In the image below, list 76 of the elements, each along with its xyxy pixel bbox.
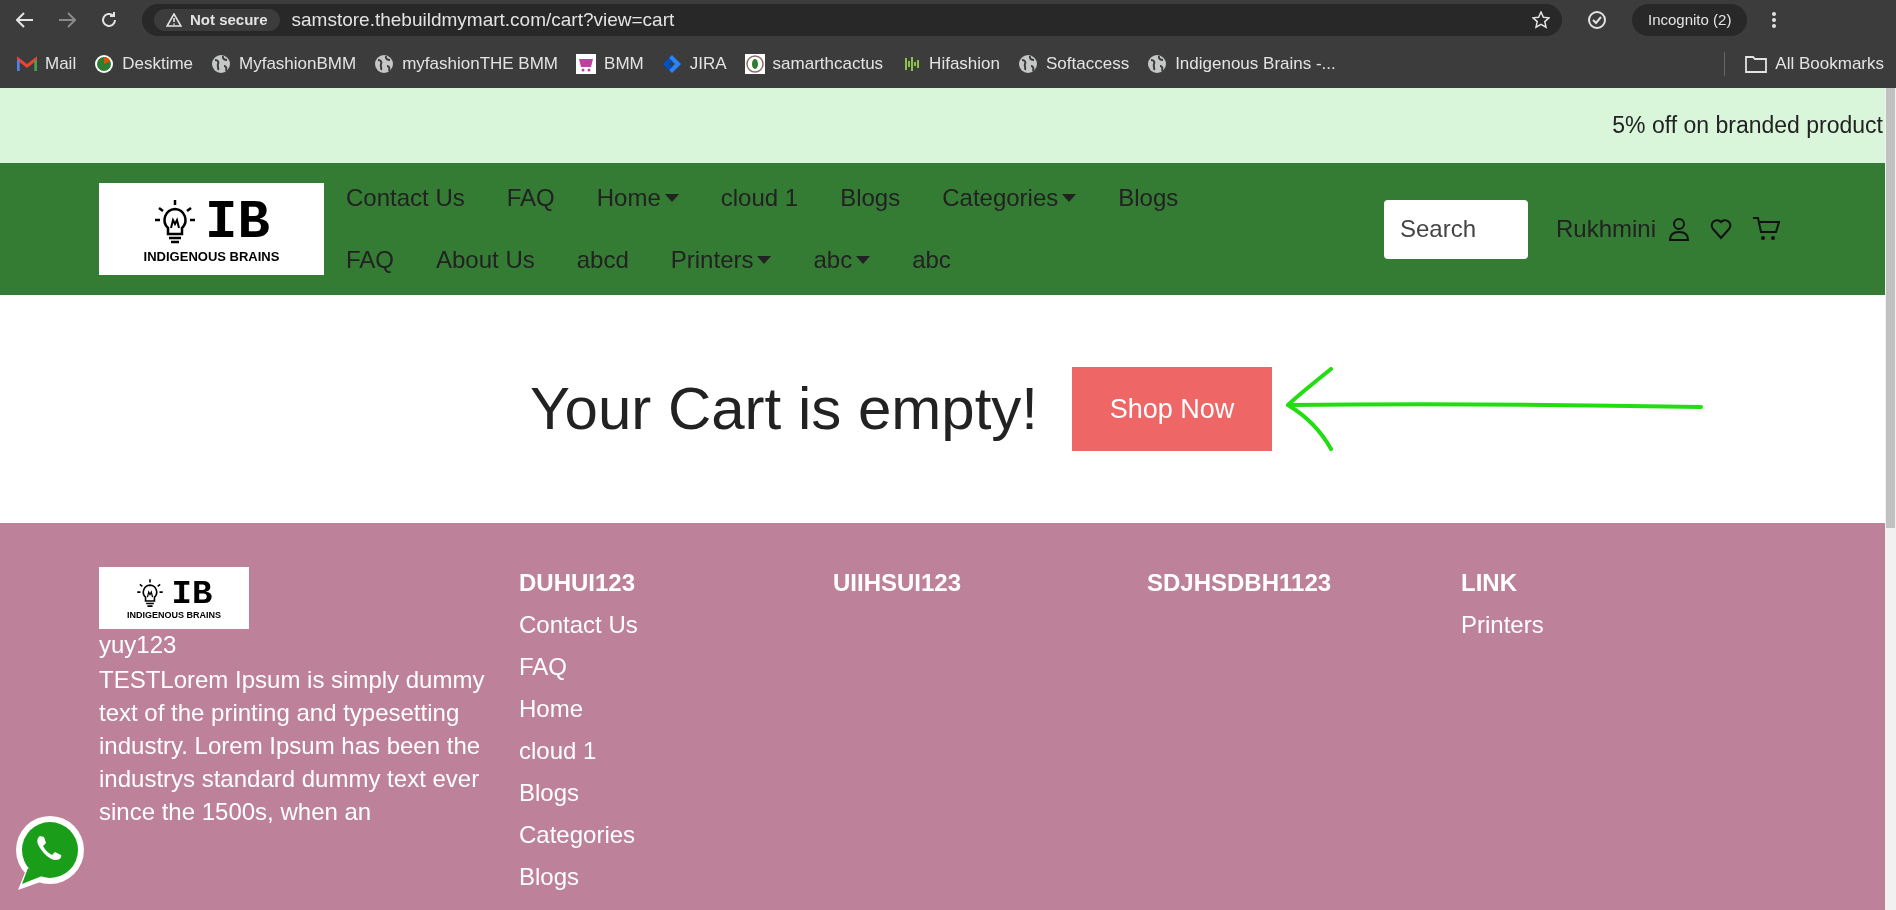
globe-icon	[211, 54, 232, 74]
logo-mark: IB	[171, 576, 213, 611]
nav-link[interactable]: abc	[813, 242, 879, 278]
logo[interactable]: IB INDIGENOUS BRAINS	[99, 567, 249, 629]
search-field[interactable]: Search	[1383, 199, 1528, 259]
footer-link[interactable]: Printers	[1461, 611, 1775, 639]
logo[interactable]: IB INDIGENOUS BRAINS	[99, 183, 324, 275]
nav-link[interactable]: abc	[912, 242, 959, 278]
warning-icon	[166, 13, 182, 27]
clock-icon	[94, 54, 115, 74]
bookmark[interactable]: Softaccess	[1009, 51, 1139, 77]
nav-link[interactable]: FAQ	[346, 242, 402, 278]
globe-icon	[1147, 54, 1168, 74]
nav-link[interactable]: Blogs	[1118, 180, 1187, 216]
nav-link[interactable]: Printers	[670, 242, 780, 278]
jira-icon	[661, 54, 682, 74]
bookmark[interactable]: myfashionTHE BMM	[365, 51, 568, 77]
nav-link[interactable]: FAQ	[506, 180, 563, 216]
bookmark[interactable]: Hifashion	[892, 51, 1009, 77]
not-secure-badge[interactable]: Not secure	[154, 8, 280, 32]
shop-now-button[interactable]: Shop Now	[1072, 367, 1272, 451]
logo-caption: INDIGENOUS BRAINS	[143, 249, 280, 263]
scrollbar[interactable]	[1885, 88, 1896, 910]
footer-link[interactable]: Contact Us	[519, 611, 833, 639]
leaf-icon	[744, 54, 765, 74]
logo-caption: INDIGENOUS BRAINS	[127, 610, 221, 620]
reload-icon[interactable]	[100, 11, 118, 29]
nav-link[interactable]: Blogs	[840, 180, 909, 216]
incognito-button[interactable]: Incognito (2)	[1632, 4, 1748, 36]
bookmark[interactable]: MyfashionBMM	[202, 51, 366, 77]
footer-link[interactable]: Categories	[519, 821, 833, 849]
footer-heading: LINK	[1461, 569, 1518, 597]
bookmark[interactable]: Desktime	[85, 51, 203, 77]
user-name[interactable]: Rukhmini	[1555, 211, 1656, 247]
heart-icon[interactable]	[1710, 218, 1732, 240]
footer-description: TESTLorem Ipsum is simply dummy text of the printing and typesetting industry. Lorem Ipsum has been the industrys standard dummy text ever since the 1500s, when an	[99, 665, 486, 827]
all-bookmarks[interactable]: All Bookmarks	[1745, 51, 1884, 77]
nav-link[interactable]: About Us	[436, 242, 543, 278]
empty-cart-heading: Your Cart is empty!	[530, 374, 1038, 444]
scrollbar-thumb[interactable]	[1886, 88, 1895, 528]
star-icon[interactable]	[1532, 11, 1550, 29]
nav-link[interactable]: Home	[596, 180, 687, 216]
footer-link[interactable]: Blogs	[519, 863, 833, 891]
address-bar[interactable]: Not secure samstore.thebuildmymart.com/cart?view=cart	[142, 4, 1562, 36]
footer-heading: DUHUI123	[519, 569, 637, 597]
lightbulb-icon	[135, 577, 164, 610]
logo-mark: IB	[205, 195, 270, 250]
bookmark[interactable]: samarthcactus	[735, 51, 893, 77]
url-text: samstore.thebuildmymart.com/cart?view=cart	[291, 7, 675, 32]
nav-link[interactable]: cloud 1	[720, 180, 807, 216]
bookmark[interactable]: JIRA	[652, 51, 736, 77]
footer-link[interactable]: Blogs	[519, 779, 833, 807]
footer-link[interactable]: cloud 1	[519, 737, 833, 765]
bookmark[interactable]: BMM	[567, 51, 653, 77]
globe-icon	[374, 54, 395, 74]
footer-link[interactable]: FAQ	[519, 653, 833, 681]
nav-link[interactable]: abcd	[576, 242, 637, 278]
cart-icon	[576, 54, 597, 74]
nav-link[interactable]: Categories	[942, 180, 1085, 216]
promo-text: 5% off on branded product	[1612, 111, 1883, 141]
footer-heading: SDJHSDBH1123	[1147, 569, 1333, 597]
user-icon[interactable]	[1668, 217, 1690, 241]
footer-heading: UIIHSUI123	[833, 569, 963, 597]
footer-brand: yuy123	[99, 630, 178, 660]
folder-icon	[1745, 55, 1768, 73]
bookmark[interactable]: Mail	[8, 51, 86, 77]
globe-icon	[1018, 54, 1038, 74]
menu-icon[interactable]	[1771, 11, 1778, 29]
mail-icon	[17, 56, 37, 72]
back-icon[interactable]	[16, 12, 34, 28]
bookmark[interactable]: Indigenous Brains -...	[1138, 51, 1345, 77]
cart-icon[interactable]	[1752, 216, 1780, 242]
nav-link[interactable]: Contact Us	[346, 180, 473, 216]
footer-link[interactable]: Home	[519, 695, 833, 723]
forward-icon[interactable]	[58, 12, 76, 28]
extension-icon[interactable]	[1586, 9, 1608, 31]
